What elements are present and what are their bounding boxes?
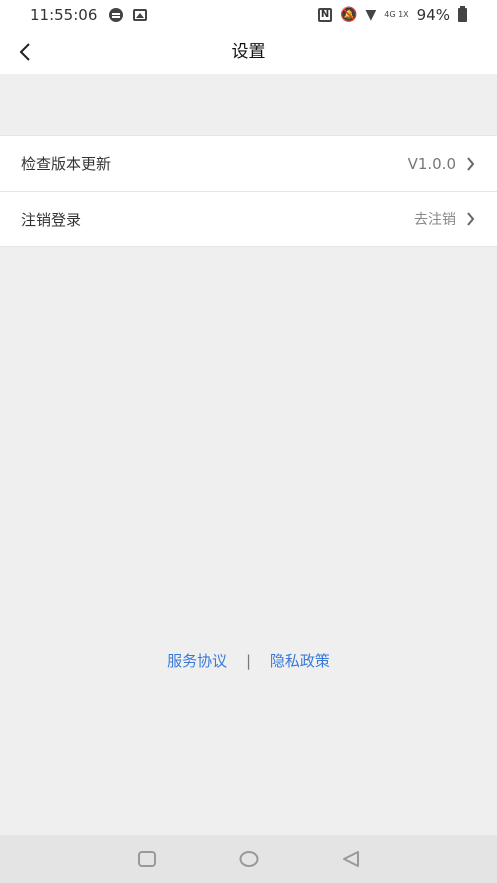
page-title: 设置 (231, 42, 266, 62)
home-button[interactable] (238, 848, 260, 870)
footer-links: 服务协议 | 隐私政策 (0, 650, 497, 671)
privacy-policy-link[interactable]: 隐私政策 (270, 652, 330, 670)
image-icon (133, 9, 148, 21)
chevron-left-icon (19, 43, 30, 61)
chevron-right-icon (467, 156, 475, 171)
battery-percent: 94% (416, 6, 450, 24)
version-value: V1.0.0 (407, 154, 456, 173)
back-icon (342, 851, 359, 867)
nfc-icon: N (318, 8, 333, 22)
mute-icon: 🔕 (340, 7, 358, 23)
logout-row[interactable]: 注销登录 去注销 (0, 191, 497, 247)
logout-label: 注销登录 (21, 210, 82, 229)
wifi-icon: ▼ (365, 7, 377, 23)
home-icon (239, 851, 258, 867)
settings-list: 检查版本更新 V1.0.0 注销登录 去注销 (0, 135, 497, 247)
check-update-label: 检查版本更新 (21, 155, 112, 173)
recent-apps-icon (137, 851, 156, 867)
recent-apps-button[interactable] (136, 848, 158, 870)
status-bar: 11:55:06 N 🔕 ▼ 4G 1X 94% (0, 0, 497, 30)
link-separator: | (245, 652, 252, 670)
battery-icon (458, 6, 467, 22)
back-nav-button[interactable] (340, 848, 362, 870)
status-time: 11:55:06 (30, 6, 98, 24)
title-bar: 设置 (0, 30, 497, 74)
check-update-row[interactable]: 检查版本更新 V1.0.0 (0, 135, 497, 191)
service-agreement-link[interactable]: 服务协议 (167, 652, 227, 670)
chevron-right-icon (467, 212, 475, 226)
back-button[interactable] (12, 36, 44, 68)
network-signal-icon: 4G 1X (384, 10, 409, 19)
message-icon (109, 8, 124, 22)
logout-action-text: 去注销 (414, 212, 456, 228)
system-navigation-bar (0, 835, 497, 883)
